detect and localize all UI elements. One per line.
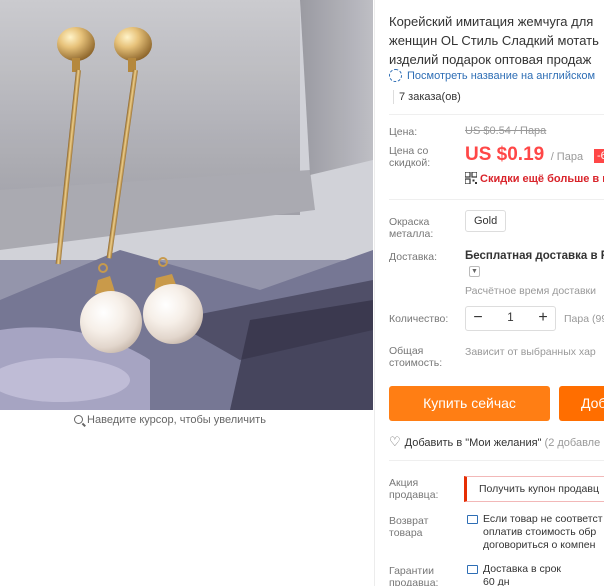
quantity-stepper: − 1 +	[465, 306, 556, 331]
app-discount-text: Скидки ещё больше в п	[480, 173, 604, 185]
column-divider	[374, 0, 375, 586]
current-price-value: US $0.19	[465, 144, 545, 165]
product-info-panel: Корейский имитация жемчуга для женщин OL…	[389, 0, 604, 586]
original-price: US $0.54 / Пара	[465, 125, 547, 137]
price-unit: / Пара	[550, 151, 584, 163]
heart-plus-icon: ♡	[389, 434, 401, 449]
divider	[389, 114, 604, 115]
app-discount-link[interactable]: Скидки ещё больше в п	[465, 172, 604, 185]
orders-separator	[393, 90, 394, 104]
price-label: Цена:	[389, 126, 418, 138]
total-cost-note: Зависит от выбранных хар	[465, 346, 596, 358]
translate-link-text: Посмотреть название на английском	[407, 70, 596, 82]
metal-color-label: Окраска металла:	[389, 216, 434, 240]
returns-label: Возврат товара	[389, 515, 429, 539]
shipping-label: Доставка:	[389, 251, 438, 263]
guarantee-line: Доставка в срок	[483, 563, 562, 575]
discount-price-label: Цена со скидкой:	[389, 145, 431, 169]
earrings-photo	[0, 0, 373, 410]
product-title-line: женщин OL Стиль Сладкий мотать	[389, 33, 599, 48]
qr-code-icon	[465, 172, 477, 184]
orders-count: 7 заказа(ов)	[399, 91, 461, 103]
guarantee-line: 60 дн	[483, 576, 510, 586]
zoom-hint: Наведите курсор, чтобы увеличить	[0, 414, 340, 426]
chevron-down-icon[interactable]: ▼	[469, 266, 480, 277]
return-policy-icon	[467, 515, 478, 524]
returns-line: оплатив стоимость обр	[483, 526, 597, 538]
magnifier-icon	[74, 415, 84, 424]
returns-line: договориться о компен	[483, 539, 596, 551]
returns-line: Если товар не соответст	[483, 513, 603, 525]
current-price: US $0.19 / Пара	[465, 144, 583, 166]
translate-icon	[389, 69, 402, 82]
guarantee-text: Доставка в срок 60 дн	[483, 563, 561, 586]
zoom-hint-text: Наведите курсор, чтобы увеличить	[87, 414, 266, 426]
guarantee-label: Гарантии продавца:	[389, 565, 439, 586]
divider	[389, 199, 604, 200]
returns-text: Если товар не соответст оплатив стоимост…	[483, 513, 603, 552]
discount-badge: -6	[594, 149, 604, 163]
wishlist-text: Добавить в "Мои желания"	[404, 437, 542, 449]
quantity-input[interactable]: 1	[490, 307, 531, 330]
translate-title-link[interactable]: Посмотреть название на английском	[389, 69, 595, 82]
divider	[389, 460, 604, 461]
total-cost-label: Общая стоимость:	[389, 345, 443, 369]
add-to-cart-button[interactable]: Доб	[559, 386, 604, 421]
product-title: Корейский имитация жемчуга для женщин OL…	[389, 12, 604, 69]
quantity-increase-button[interactable]: +	[531, 307, 555, 330]
delivery-guarantee-icon	[467, 565, 478, 574]
add-to-wishlist-link[interactable]: ♡ Добавить в "Мои желания" (2 добавле	[389, 434, 600, 450]
product-title-line: изделий подарок оптовая продаж	[389, 52, 592, 67]
buy-now-button[interactable]: Купить сейчас	[389, 386, 550, 421]
product-title-line: Корейский имитация жемчуга для	[389, 14, 594, 29]
quantity-available: Пара (99	[564, 313, 604, 325]
metal-color-option-gold[interactable]: Gold	[465, 210, 507, 232]
get-seller-coupon-button[interactable]: Получить купон продавц	[464, 476, 604, 502]
shipping-estimate: Расчётное время доставки	[465, 285, 597, 297]
quantity-decrease-button[interactable]: −	[466, 307, 490, 330]
product-main-image[interactable]	[0, 0, 373, 410]
quantity-label: Количество:	[389, 313, 449, 325]
shipping-method[interactable]: Бесплатная доставка в Ru	[465, 250, 604, 262]
wishlist-count: (2 добавле	[544, 437, 601, 449]
seller-promo-label: Акция продавца:	[389, 477, 439, 501]
